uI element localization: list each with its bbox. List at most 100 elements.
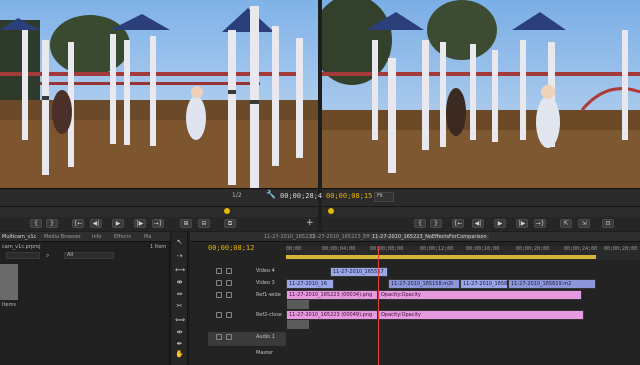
wrench-icon[interactable]: 🔧 [266,190,276,199]
work-area-bar[interactable] [286,255,596,259]
rolling-edit-tool-icon[interactable]: ⇼ [175,278,184,287]
mark-out-button[interactable]: } [46,219,58,228]
source-transport-bar: { } {← ◀| ▶ |▶ →} ⊞ ⊟ ⧉ + [0,217,318,231]
clip-video-3d[interactable]: 11-27-2010_165619.m2 [508,279,596,289]
source-timecode-bar: 1/2 🔧 00;00;28;43 [0,188,326,206]
clip-ref2-still[interactable]: 11-27-2010_165223 (00049).png [286,310,378,320]
program-timecode[interactable]: 00;00;08;15 [326,192,372,200]
extract-button[interactable]: ⇲ [578,219,590,228]
lock-icon[interactable] [226,334,232,340]
ruler-tick: 00;00;28;00 [604,246,638,252]
tab-sequence-1[interactable]: 11-27-2010_165223 [264,234,315,240]
step-back-button[interactable]: ◀| [90,219,102,228]
add-button[interactable]: + [306,218,314,228]
track-name: Ref2-close [256,312,282,318]
tab-media-browser[interactable]: Media Browser [44,234,81,240]
project-thumbnail[interactable] [0,264,18,300]
selection-tool-icon[interactable]: ↖ [175,238,184,247]
eye-icon[interactable] [216,268,222,274]
track-select-tool-icon[interactable]: ⇢ [175,252,184,261]
export-frame-button[interactable]: ⧉ [224,219,236,228]
playhead[interactable] [378,246,379,365]
tab-info[interactable]: Info [92,234,101,240]
track-name: Ref1-wide [256,292,281,298]
mark-in-button[interactable]: { [30,219,42,228]
clip-video-3c[interactable]: 11-27-2010_1658 [460,279,508,289]
lift-button[interactable]: ⇱ [560,219,572,228]
insert-button[interactable]: ⊞ [180,219,192,228]
lock-icon[interactable] [226,268,232,274]
eye-icon[interactable] [216,280,222,286]
source-timecode[interactable]: 00;00;28;43 [280,192,326,200]
project-panel: Multicam_v1c Media Browser Info Effects … [0,232,170,365]
program-step-forward-button[interactable]: |▶ [516,219,528,228]
timeline-timecode[interactable]: 00;00;08;12 [208,244,254,252]
track-name: Video 4 [256,268,275,274]
track-header-ref1: Ref1-wide [208,290,286,310]
hand-tool-icon[interactable]: ✋ [175,350,184,359]
clip-ref2-opacity[interactable]: Opacity:Opacity [378,310,584,320]
program-go-to-in-button[interactable]: {← [452,219,464,228]
lock-icon[interactable] [226,292,232,298]
slide-tool-icon[interactable]: ⇹ [175,328,184,337]
track-header-master: Master [208,348,286,359]
program-play-button[interactable]: ▶ [494,219,506,228]
tools-panel: ↖ ⇢ ⟷ ⇼ ⇔ ✂ ⟺ ⇹ ✒ ✋ [172,232,188,365]
tab-project[interactable]: Multicam_v1c [2,234,36,240]
source-video-frame [0,0,318,188]
eye-icon[interactable] [216,312,222,318]
project-filename: cam_v1c.prproj [2,244,41,250]
clip-ref1-still[interactable]: 11-27-2010_165223 (00034).png [286,290,378,300]
clip-ref1-opacity[interactable]: Opacity:Opacity [378,290,582,300]
track-header-video-4: Video 4 [208,266,286,277]
program-mark-out-button[interactable]: } [430,219,442,228]
program-mark-in-button[interactable]: { [414,219,426,228]
clip-video-3a[interactable]: 11-27-2010_16 [286,279,334,289]
tab-effects[interactable]: Effects [114,234,131,240]
timeline-ruler[interactable]: 00;00 00;00;04;00 00;00;08;00 00;00;12;0… [286,246,640,260]
play-button[interactable]: ▶ [112,219,124,228]
tab-sequence-3[interactable]: 11-27-2010_165223_NoEffectsForComparison [370,234,489,240]
ruler-tick: 00;00;16;00 [466,246,500,252]
program-monitor: 00;00;08;15 Fit [322,0,640,206]
source-page-indicator[interactable]: 1/2 [232,192,242,199]
pen-tool-icon[interactable]: ✒ [175,340,184,349]
lock-icon[interactable] [226,280,232,286]
source-playhead-icon[interactable] [224,208,230,214]
program-transport-bar: { } {← ◀| ▶ |▶ →} ⇱ ⇲ ⊡ [322,217,640,231]
lock-icon[interactable] [226,312,232,318]
clip-video-4[interactable]: 11-27-2010_165557 [330,267,388,277]
program-export-frame-button[interactable]: ⊡ [602,219,614,228]
fit-dropdown[interactable]: Fit [374,192,394,202]
overwrite-button[interactable]: ⊟ [198,219,210,228]
ruler-tick: 00;00 [286,246,302,252]
clip-ref2-thumbnail [287,320,309,329]
search-input[interactable] [6,252,40,259]
go-to-out-button[interactable]: →} [152,219,164,228]
list-item[interactable]: Items [2,302,16,308]
program-timecode-bar: 00;00;08;15 Fit [322,188,640,206]
program-playhead-icon[interactable] [328,208,334,214]
slip-tool-icon[interactable]: ⟺ [175,316,185,325]
track-header-audio-1: Audio 1 [208,332,286,346]
project-item-count: 1 Item [150,244,167,250]
razor-tool-icon[interactable]: ✂ [175,302,184,311]
ruler-tick: 00;00;20;00 [516,246,550,252]
step-forward-button[interactable]: |▶ [134,219,146,228]
filter-dropdown[interactable]: All [64,252,114,259]
eye-icon[interactable] [216,292,222,298]
track-header-video-3: Video 3 [208,278,286,289]
speaker-icon[interactable] [216,334,222,340]
ripple-edit-tool-icon[interactable]: ⟷ [175,266,185,275]
program-step-back-button[interactable]: ◀| [472,219,484,228]
rate-stretch-tool-icon[interactable]: ⇔ [175,290,184,299]
go-to-in-button[interactable]: {← [72,219,84,228]
search-icon[interactable]: ⌕ [46,252,49,260]
program-go-to-out-button[interactable]: →} [534,219,546,228]
tab-markers[interactable]: Ma [144,234,151,240]
ruler-tick: 00;00;04;00 [322,246,356,252]
source-monitor: 1/2 🔧 00;00;28;43 [0,0,326,206]
track-name: Video 3 [256,280,275,286]
filter-label: All [67,252,74,258]
clip-video-3b[interactable]: 11-27-2010_165158.m2t [388,279,460,289]
